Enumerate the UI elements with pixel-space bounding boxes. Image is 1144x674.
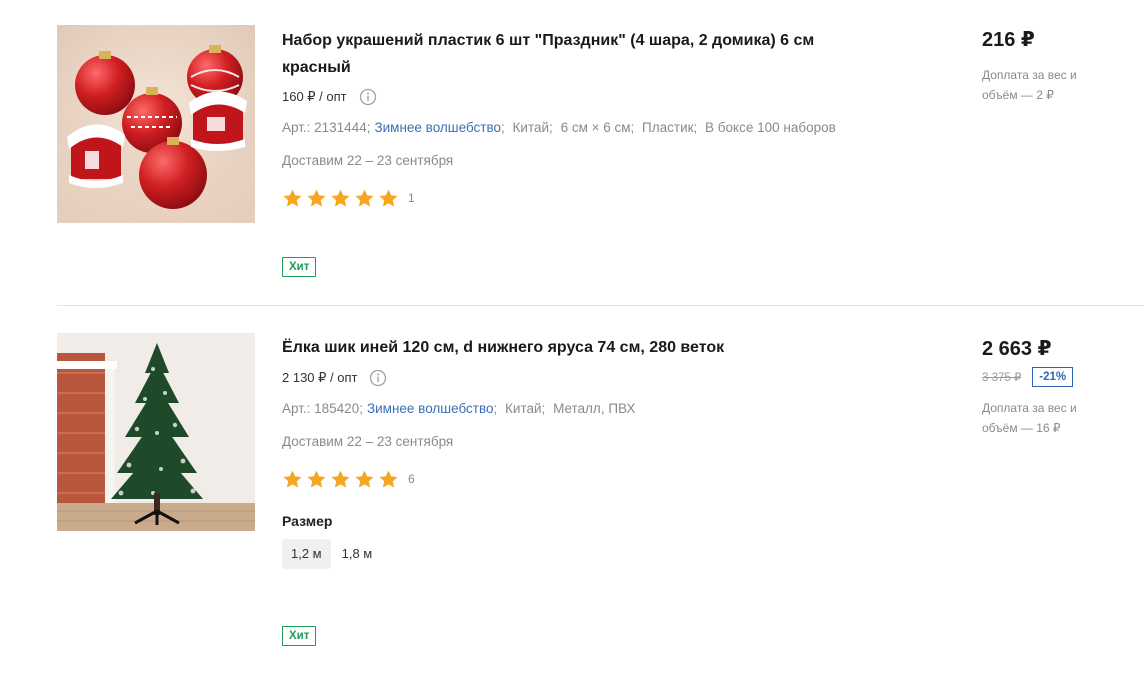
- hit-badge: Хит: [282, 257, 317, 277]
- star-icon: [283, 189, 302, 207]
- old-price: 3 375 ₽: [982, 372, 1022, 384]
- star-icon: [355, 189, 374, 207]
- discount-badge: -21%: [1032, 367, 1074, 387]
- price: 216 ₽: [982, 29, 1035, 51]
- star-icon: [379, 189, 398, 207]
- material: Металл, ПВХ: [553, 401, 636, 416]
- size-label: Размер: [282, 513, 333, 529]
- country: Китай;: [512, 120, 553, 135]
- info-icon[interactable]: [369, 369, 387, 387]
- price-block: 216 ₽ Доплата за вес и объём — 2 ₽: [982, 27, 1132, 105]
- product-image[interactable]: [57, 333, 255, 531]
- star-icon: [307, 189, 326, 207]
- product-image[interactable]: [57, 25, 255, 223]
- star-icon: [379, 470, 398, 488]
- size-options: 1,2 м 1,8 м: [282, 539, 882, 569]
- product-card: Набор украшений пластик 6 шт "Праздник" …: [0, 0, 1144, 305]
- reviews-count[interactable]: 6: [408, 472, 415, 486]
- rating-stars: [282, 188, 399, 209]
- product-info: Набор украшений пластик 6 шт "Праздник" …: [282, 27, 882, 208]
- size-option-1-8m[interactable]: 1,8 м: [333, 539, 382, 569]
- rating[interactable]: 1: [282, 188, 882, 208]
- article-number: Арт.: 2131444;: [282, 120, 371, 135]
- old-price-row: 3 375 ₽ -21%: [982, 366, 1132, 388]
- box-quantity: В боксе 100 наборов: [705, 120, 836, 135]
- price: 2 663 ₽: [982, 338, 1052, 360]
- price-block: 2 663 ₽ 3 375 ₽ -21% Доплата за вес и об…: [982, 336, 1132, 438]
- star-icon: [283, 470, 302, 488]
- surcharge-note: Доплата за вес и объём — 2 ₽: [982, 68, 1077, 102]
- dimensions: 6 см × 6 см;: [560, 120, 635, 135]
- brand-link[interactable]: Зимнее волшебство: [367, 401, 494, 416]
- opt-price: 2 130 ₽ / опт: [282, 370, 358, 385]
- product-title[interactable]: Набор украшений пластик 6 шт "Праздник" …: [282, 27, 842, 81]
- surcharge-note: Доплата за вес и объём — 16 ₽: [982, 401, 1077, 435]
- article-number: Арт.: 185420;: [282, 401, 363, 416]
- hit-badge: Хит: [282, 626, 317, 646]
- brand-link[interactable]: Зимнее волшебство: [374, 120, 501, 135]
- star-icon: [307, 470, 326, 488]
- opt-price-row: 2 130 ₽ / опт: [282, 368, 882, 388]
- country: Китай;: [505, 401, 546, 416]
- size-option-1-2m[interactable]: 1,2 м: [282, 539, 331, 569]
- rating[interactable]: 6: [282, 469, 882, 489]
- product-attributes: Арт.: 2131444; Зимнее волшебство; Китай; …: [282, 120, 836, 135]
- product-card: Ёлка шик иней 120 см, d нижнего яруса 74…: [0, 306, 1144, 674]
- delivery-date: Доставим 22 – 23 сентября: [282, 153, 454, 168]
- info-icon[interactable]: [359, 88, 377, 106]
- reviews-count[interactable]: 1: [408, 191, 415, 205]
- opt-price: 160 ₽ / опт: [282, 89, 347, 104]
- star-icon: [355, 470, 374, 488]
- star-icon: [331, 189, 350, 207]
- product-title[interactable]: Ёлка шик иней 120 см, d нижнего яруса 74…: [282, 334, 842, 361]
- product-info: Ёлка шик иней 120 см, d нижнего яруса 74…: [282, 334, 882, 569]
- star-icon: [331, 470, 350, 488]
- rating-stars: [282, 469, 399, 490]
- delivery-date: Доставим 22 – 23 сентября: [282, 434, 454, 449]
- opt-price-row: 160 ₽ / опт: [282, 87, 882, 107]
- material: Пластик;: [642, 120, 698, 135]
- product-attributes: Арт.: 185420; Зимнее волшебство; Китай; М…: [282, 401, 636, 416]
